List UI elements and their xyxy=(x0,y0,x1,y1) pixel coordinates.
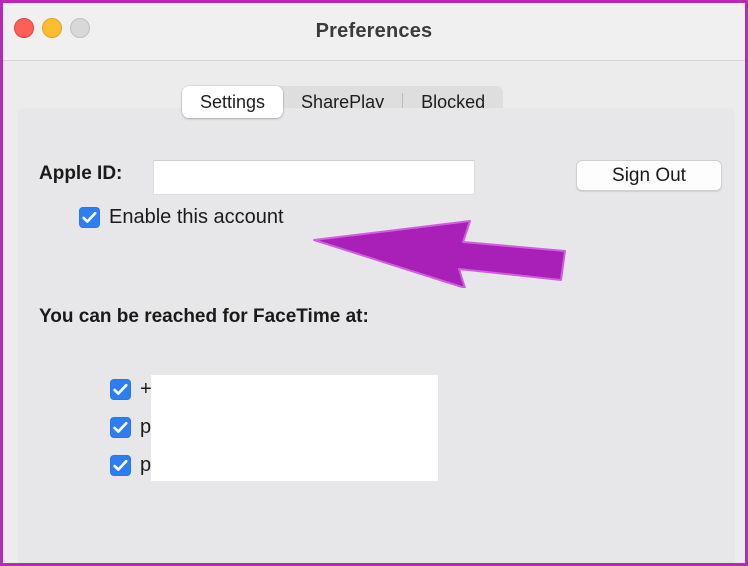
redaction-overlay xyxy=(151,375,438,481)
sign-out-button[interactable]: Sign Out xyxy=(576,160,722,191)
apple-id-label: Apple ID: xyxy=(39,163,123,184)
reach-item-label: + xyxy=(140,378,152,400)
checkmark-icon xyxy=(82,211,97,223)
checkmark-icon xyxy=(113,383,128,395)
settings-panel: Apple ID: Sign Out Enable this account Y… xyxy=(18,108,735,563)
reach-item-label: p xyxy=(140,454,152,476)
window-title: Preferences xyxy=(315,20,433,42)
apple-id-field[interactable] xyxy=(153,160,475,195)
tab-settings[interactable]: Settings xyxy=(182,86,284,118)
window-titlebar: Preferences xyxy=(3,3,745,61)
enable-account-label: Enable this account xyxy=(109,206,284,228)
reach-item-checkbox[interactable] xyxy=(110,378,131,400)
reach-item-checkbox[interactable] xyxy=(110,416,131,438)
tabbar-area: Settings SharePlay Blocked xyxy=(3,61,745,118)
checkmark-icon xyxy=(113,459,128,471)
enable-account-checkbox[interactable] xyxy=(79,207,100,228)
apple-id-input[interactable] xyxy=(154,161,474,194)
reach-item-label: p xyxy=(140,416,152,438)
reached-for-facetime-heading: You can be reached for FaceTime at: xyxy=(39,306,369,327)
list-item[interactable]: p xyxy=(110,446,152,484)
enable-account-row[interactable]: Enable this account xyxy=(79,207,284,228)
facetime-reach-list: + p p xyxy=(110,370,152,484)
list-item[interactable]: p xyxy=(110,408,152,446)
checkmark-icon xyxy=(113,421,128,433)
preferences-window: Preferences Settings SharePlay Blocked A… xyxy=(0,0,748,566)
reach-item-checkbox[interactable] xyxy=(110,454,131,476)
list-item[interactable]: + xyxy=(110,370,152,408)
